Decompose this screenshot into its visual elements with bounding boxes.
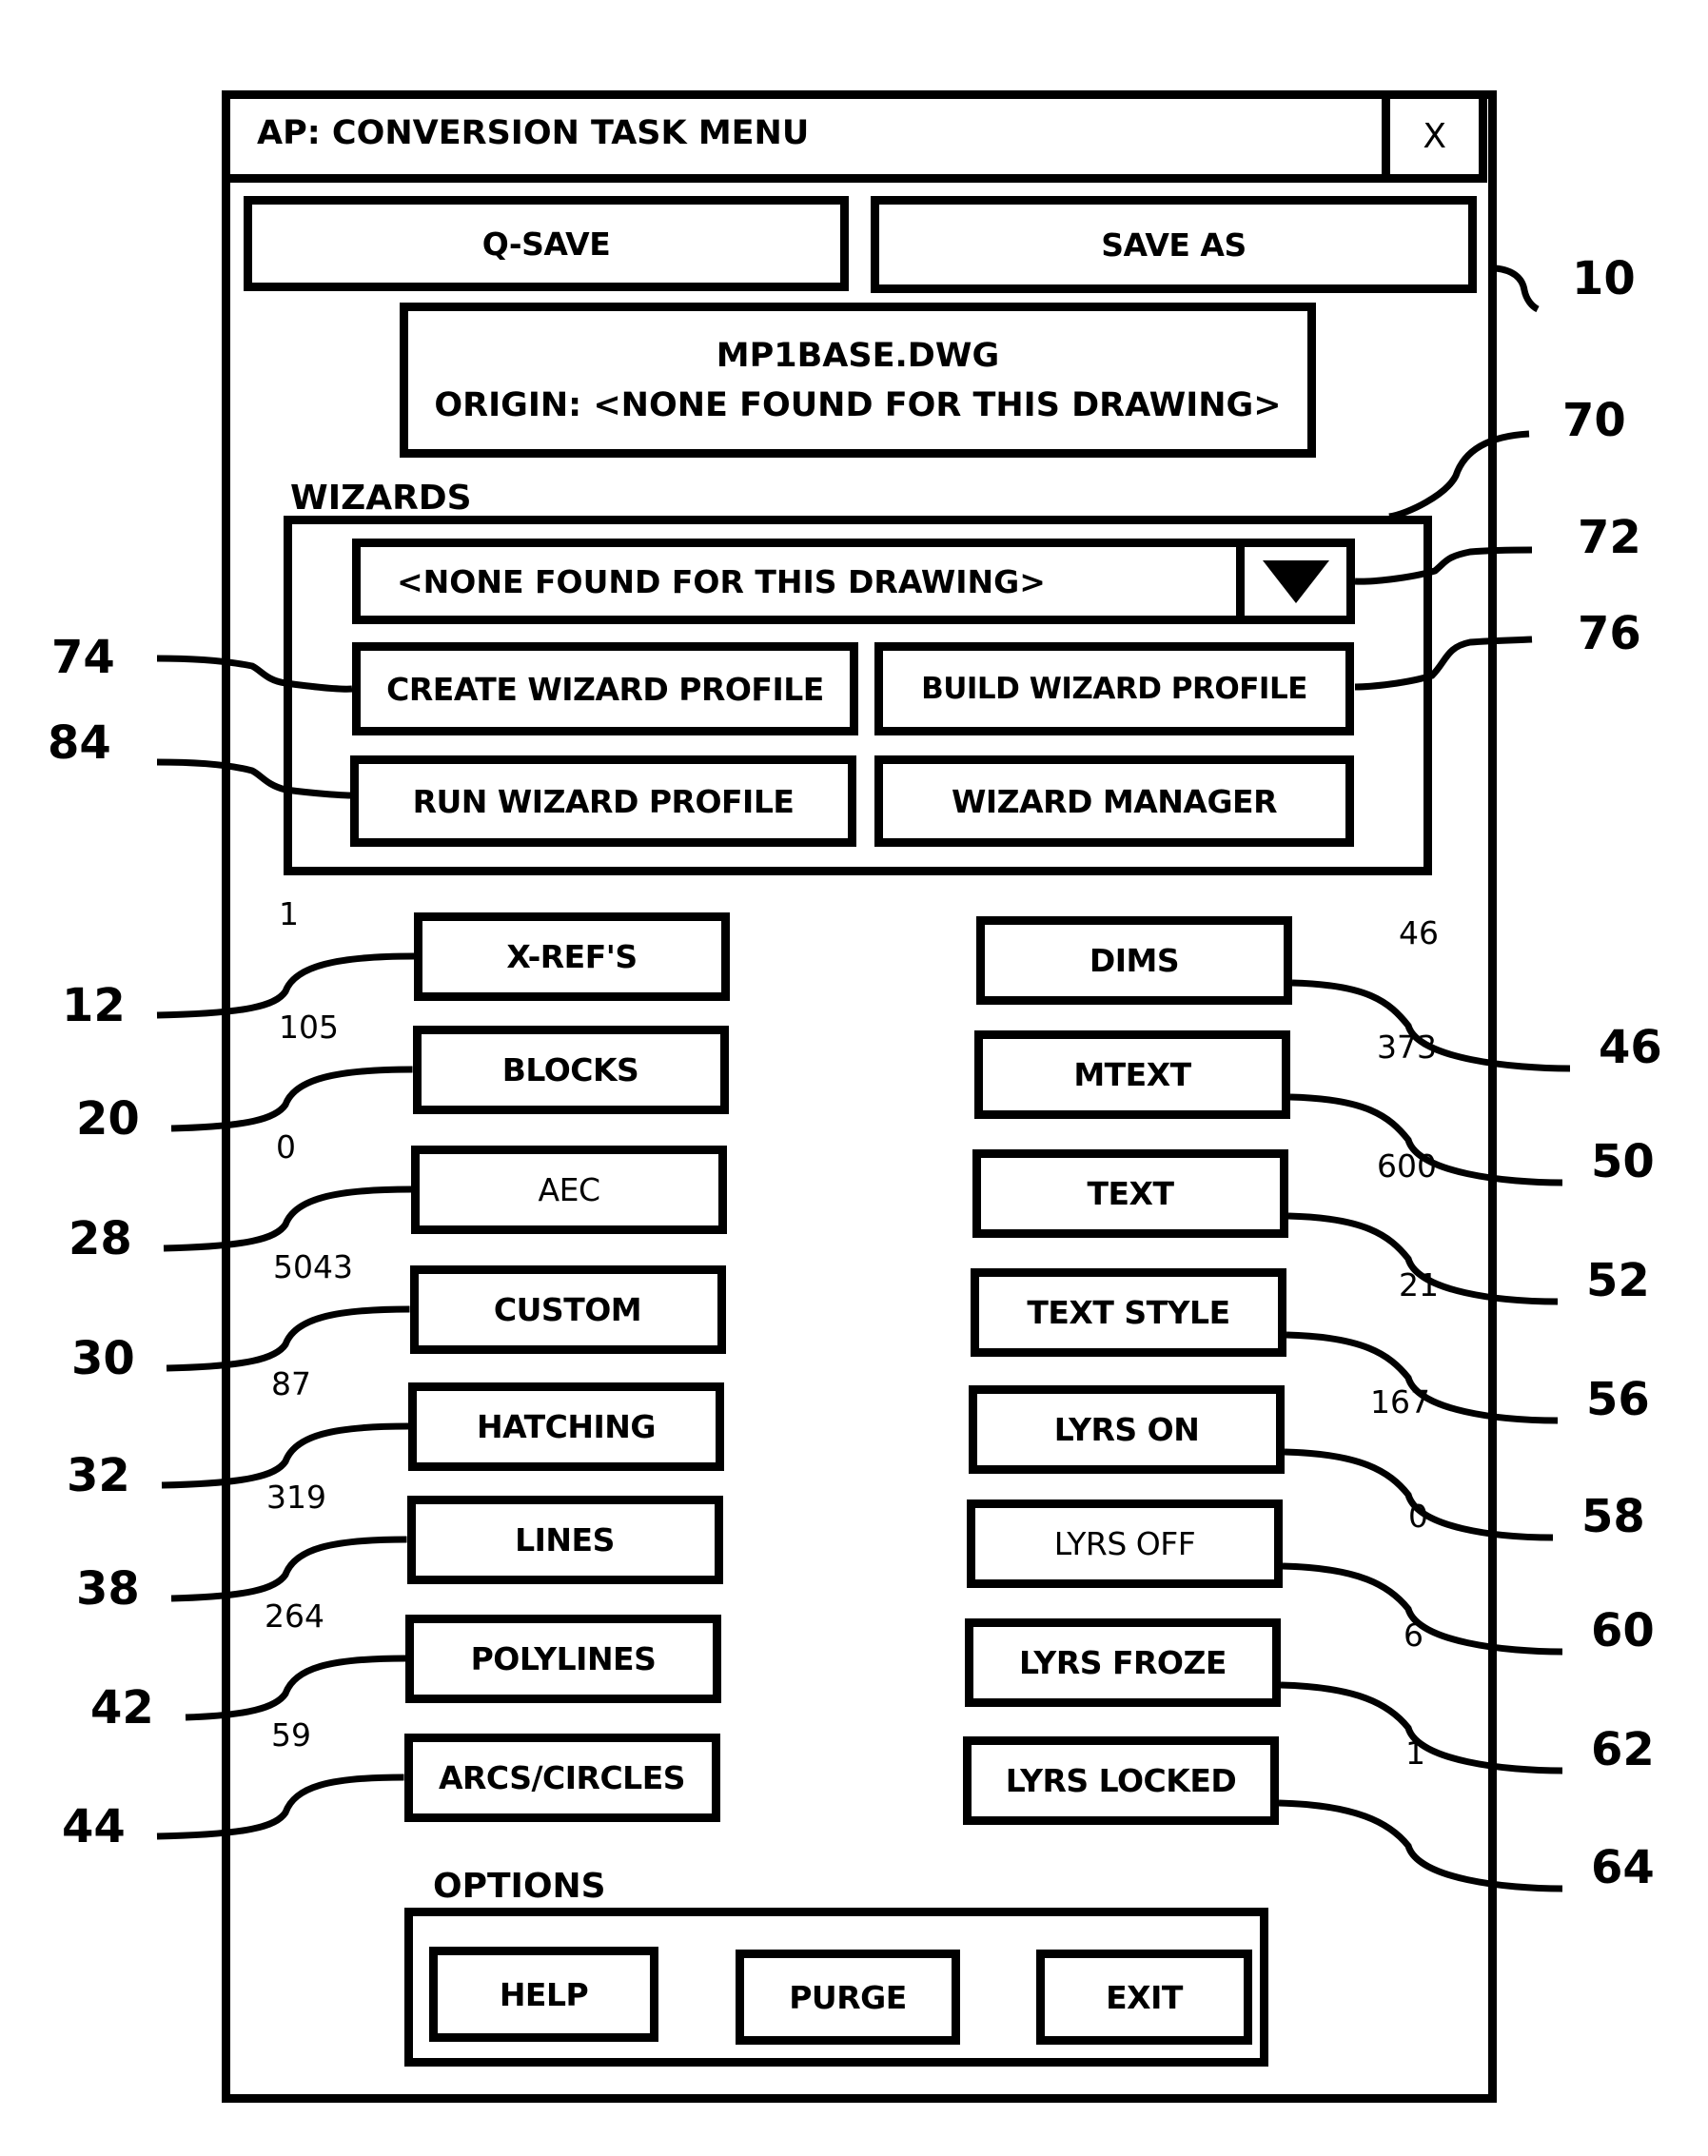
right-item-count: 600: [1377, 1147, 1437, 1185]
right-item-ref-numeral: 64: [1591, 1841, 1655, 1894]
right-item-ref-numeral: 50: [1591, 1135, 1655, 1188]
options-section-label: OPTIONS: [433, 1867, 606, 1906]
ref-numeral-dropdown: 72: [1578, 511, 1641, 564]
left-item-count: 1: [279, 895, 299, 932]
left-item-ref-numeral: 32: [67, 1449, 130, 1502]
qsave-button[interactable]: Q-SAVE: [244, 196, 849, 291]
right-item-ref-numeral: 60: [1591, 1604, 1655, 1657]
run-wizard-profile-button[interactable]: RUN WIZARD PROFILE: [350, 755, 856, 847]
right-item-button[interactable]: MTEXT: [974, 1030, 1290, 1119]
left-item-button[interactable]: ARCS/CIRCLES: [403, 1734, 720, 1822]
close-button[interactable]: X: [1382, 90, 1487, 183]
right-item-count: 1: [1405, 1735, 1425, 1772]
ref-numeral-create: 74: [51, 631, 115, 684]
help-button[interactable]: HELP: [429, 1947, 658, 2042]
left-item-button[interactable]: BLOCKS: [412, 1026, 729, 1114]
ref-numeral-wizards-box: 70: [1562, 394, 1626, 447]
purge-button[interactable]: PURGE: [736, 1950, 960, 2045]
left-item-ref-numeral: 12: [62, 979, 126, 1032]
left-item-count: 319: [266, 1479, 326, 1516]
left-item-button[interactable]: LINES: [406, 1496, 723, 1584]
left-item-count: 105: [279, 1009, 339, 1046]
build-wizard-profile-button[interactable]: BUILD WIZARD PROFILE: [874, 642, 1354, 735]
right-item-ref-numeral: 62: [1591, 1723, 1655, 1776]
exit-button[interactable]: EXIT: [1036, 1950, 1252, 2045]
right-item-ref-numeral: 56: [1586, 1373, 1650, 1426]
left-item-count: 5043: [273, 1248, 353, 1285]
right-item-count: 167: [1370, 1383, 1430, 1421]
left-item-button[interactable]: X-REF'S: [414, 912, 730, 1001]
ref-numeral-dialog: 10: [1572, 252, 1636, 305]
right-item-count: 46: [1399, 914, 1439, 951]
left-item-ref-numeral: 44: [62, 1800, 126, 1853]
left-item-count: 264: [265, 1597, 324, 1635]
right-item-button[interactable]: LYRS FROZE: [965, 1618, 1281, 1707]
left-item-count: 59: [271, 1716, 311, 1754]
left-item-count: 87: [271, 1365, 311, 1402]
right-item-button[interactable]: LYRS OFF: [967, 1499, 1283, 1588]
right-item-button[interactable]: LYRS LOCKED: [963, 1736, 1279, 1825]
ref-numeral-build: 76: [1578, 607, 1641, 660]
ref-numeral-run: 84: [48, 716, 111, 770]
right-item-ref-numeral: 58: [1581, 1490, 1645, 1543]
right-item-count: 6: [1404, 1617, 1423, 1654]
left-item-button[interactable]: POLYLINES: [405, 1615, 721, 1703]
wizard-manager-button[interactable]: WIZARD MANAGER: [874, 755, 1354, 847]
right-item-button[interactable]: LYRS ON: [969, 1385, 1285, 1474]
left-item-button[interactable]: CUSTOM: [409, 1265, 726, 1354]
close-icon: X: [1423, 117, 1446, 156]
window-title: AP: CONVERSION TASK MENU: [257, 114, 810, 152]
wizard-profile-dropdown[interactable]: <NONE FOUND FOR THIS DRAWING>: [352, 539, 1355, 624]
triangle-down-icon: [1262, 559, 1329, 603]
left-item-button[interactable]: HATCHING: [408, 1382, 724, 1471]
left-item-ref-numeral: 28: [69, 1212, 132, 1265]
create-wizard-profile-button[interactable]: CREATE WIZARD PROFILE: [352, 642, 858, 735]
left-item-ref-numeral: 20: [76, 1092, 140, 1146]
left-item-button[interactable]: AEC: [411, 1146, 727, 1234]
right-item-count: 373: [1377, 1029, 1437, 1066]
leader-dialog: [1495, 265, 1540, 313]
left-item-count: 0: [276, 1128, 296, 1166]
right-item-ref-numeral: 52: [1586, 1254, 1650, 1307]
wizards-section-label: WIZARDS: [290, 479, 472, 518]
left-item-ref-numeral: 38: [76, 1562, 140, 1616]
file-info-panel: MP1BASE.DWG ORIGIN: <NONE FOUND FOR THIS…: [400, 303, 1316, 458]
right-item-button[interactable]: TEXT STYLE: [971, 1268, 1286, 1357]
right-item-count: 21: [1399, 1266, 1439, 1303]
save-as-button[interactable]: SAVE AS: [871, 196, 1477, 293]
drawing-origin: ORIGIN: <NONE FOUND FOR THIS DRAWING>: [434, 385, 1282, 424]
drawing-filename: MP1BASE.DWG: [716, 336, 1000, 375]
right-item-count: 0: [1408, 1498, 1428, 1535]
right-item-button[interactable]: TEXT: [972, 1149, 1288, 1238]
left-item-ref-numeral: 30: [71, 1332, 135, 1385]
right-item-ref-numeral: 46: [1599, 1021, 1662, 1074]
left-item-ref-numeral: 42: [90, 1681, 154, 1735]
right-item-button[interactable]: DIMS: [976, 916, 1292, 1005]
dropdown-selected-value: <NONE FOUND FOR THIS DRAWING>: [397, 562, 1046, 600]
dropdown-arrow-button[interactable]: [1236, 547, 1346, 616]
